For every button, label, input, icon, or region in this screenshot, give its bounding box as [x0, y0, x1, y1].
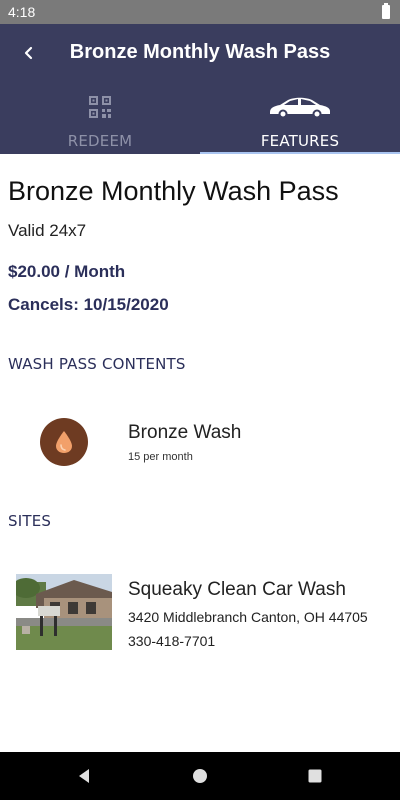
active-tab-indicator	[200, 152, 400, 154]
square-recents-icon	[308, 769, 322, 783]
wash-pass-contents-heading: WASH PASS CONTENTS	[8, 355, 186, 373]
nav-recents-button[interactable]	[303, 764, 327, 788]
wash-item-icon	[40, 418, 88, 466]
wash-item-quantity: 15 per month	[128, 451, 193, 463]
status-time: 4:18	[8, 4, 36, 20]
status-bar: 4:18	[0, 0, 400, 24]
water-drop-icon	[56, 431, 72, 453]
battery-icon	[382, 3, 390, 19]
pass-title: Bronze Monthly Wash Pass	[8, 176, 339, 206]
nav-home-button[interactable]	[188, 764, 212, 788]
system-navigation-bar	[0, 752, 400, 800]
sites-heading: SITES	[8, 512, 52, 530]
tab-redeem-label: REDEEM	[67, 132, 133, 150]
pass-validity: Valid 24x7	[8, 221, 87, 240]
tab-features-label: FEATURES	[260, 132, 340, 150]
qr-code-icon	[89, 96, 111, 118]
circle-home-icon	[193, 769, 207, 783]
header-title: Bronze Monthly Wash Pass	[69, 41, 331, 63]
triangle-back-icon	[79, 769, 89, 783]
pass-price: $20.00 / Month	[8, 262, 126, 281]
tab-redeem[interactable]: REDEEM	[0, 94, 200, 154]
pass-cancel-date: Cancels: 10/15/2020	[8, 295, 169, 314]
app-header: Bronze Monthly Wash Pass REDEEM FEATURES	[0, 24, 400, 154]
nav-back-button[interactable]	[72, 764, 96, 788]
car-icon	[270, 97, 330, 119]
wash-item-name: Bronze Wash	[128, 422, 242, 443]
site-phone[interactable]: 330-418-7701	[128, 633, 215, 649]
tab-features[interactable]: FEATURES	[200, 94, 400, 154]
site-address: 3420 Middlebranch Canton, OH 44705	[128, 609, 368, 625]
site-photo	[16, 574, 112, 650]
site-name: Squeaky Clean Car Wash	[128, 579, 346, 600]
